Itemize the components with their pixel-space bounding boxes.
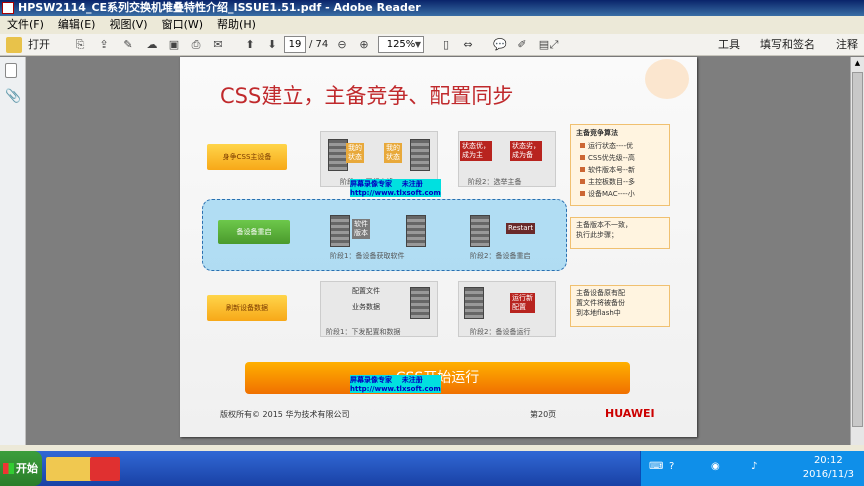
- state-good-tag: 状态优， 成为主: [460, 141, 492, 161]
- software-version-tag: 软件 版本: [352, 219, 370, 239]
- slide-page-number: 第20页: [530, 410, 557, 419]
- algorithm-title: 主备竞争算法: [576, 129, 618, 137]
- window-titlebar: HPSW2114_CE系列交换机堆叠特性介绍_ISSUE1.51.pdf - A…: [0, 0, 864, 16]
- fit-width-icon[interactable]: ⇔: [460, 37, 476, 53]
- bullet-icon: [580, 191, 585, 196]
- phase2-a-label: 阶段2：选举主备: [468, 178, 522, 186]
- volume-icon[interactable]: ♪: [751, 461, 757, 472]
- next-page-icon[interactable]: ⬇: [264, 37, 280, 53]
- qq-icon[interactable]: ◉: [711, 461, 720, 472]
- baby-mascot-image: [645, 59, 689, 99]
- page-number-input[interactable]: 19: [284, 36, 306, 53]
- my-state-tag-2: 我的 状态: [384, 143, 402, 163]
- menu-file[interactable]: 文件(F): [0, 16, 51, 34]
- bullet-icon: [580, 143, 585, 148]
- window-title: HPSW2114_CE系列交换机堆叠特性介绍_ISSUE1.51.pdf - A…: [18, 1, 421, 14]
- restart-tag: Restart: [506, 223, 536, 234]
- algorithm-item: 主控板数目--多: [580, 177, 635, 187]
- page-thumbnails-icon[interactable]: [5, 63, 17, 78]
- attachments-icon[interactable]: 📎: [5, 89, 21, 105]
- server-icon: [330, 215, 350, 247]
- scroll-thumb[interactable]: [852, 72, 863, 427]
- algorithm-item: 运行状态----优: [580, 141, 633, 151]
- toolbar: 打开 ⎘ ⇪ ✎ ☁ ▣ ⎙ ✉ ⬆ ⬇ 19 / 74 ⊖ ⊕ 125% ▼ …: [0, 34, 864, 56]
- email-icon[interactable]: ✉: [210, 37, 226, 53]
- state-bad-tag: 状态劣， 成为备: [510, 141, 542, 161]
- phase1-b-label: 阶段1：备设备获取软件: [330, 252, 405, 260]
- phase2-c-label: 阶段2：备设备运行: [470, 328, 531, 336]
- save-icon[interactable]: ▣: [166, 37, 182, 53]
- comment-bubble-icon[interactable]: 💬: [492, 37, 508, 53]
- windows-logo-icon: [3, 463, 14, 474]
- fit-page-icon[interactable]: ▯: [438, 37, 454, 53]
- help-icon[interactable]: ?: [669, 461, 674, 472]
- phase1-c-label: 阶段1：下发配置和数据: [326, 328, 401, 336]
- prev-page-icon[interactable]: ⬆: [242, 37, 258, 53]
- adobe-reader-icon: [2, 2, 14, 14]
- navigation-pane: 📎: [0, 57, 26, 445]
- menu-help[interactable]: 帮助(H): [210, 16, 263, 34]
- config-note: 主备设备原有配 置文件将被备份 到本地flash中: [576, 289, 625, 317]
- adobe-reader-taskbar-icon[interactable]: [90, 457, 120, 481]
- keyboard-icon[interactable]: ⌨: [649, 461, 663, 472]
- menu-window[interactable]: 窗口(W): [155, 16, 210, 34]
- server-icon: [470, 215, 490, 247]
- running-config-tag: 运行新 配置: [510, 293, 535, 313]
- menu-view[interactable]: 视图(V): [102, 16, 154, 34]
- system-tray: ⌨ ? ◉ ♪ 20:12 2016/11/3: [640, 451, 864, 486]
- start-button[interactable]: 开始: [0, 451, 42, 486]
- chevron-down-icon[interactable]: ▼: [410, 37, 426, 53]
- export-icon[interactable]: ⇪: [96, 37, 112, 53]
- step2-box: 备设备重启: [218, 220, 290, 244]
- bullet-icon: [580, 179, 585, 184]
- server-icon: [464, 287, 484, 319]
- print-icon[interactable]: ⎙: [188, 37, 204, 53]
- config-file-label: 配置文件: [352, 287, 380, 295]
- server-icon: [328, 139, 348, 171]
- pdf-page: CSS建立，主备竞争、配置同步 身争CSS主设备 我的 状态 我的 状态 阶段1…: [180, 57, 697, 437]
- taskbar: 开始 ⌨ ? ◉ ♪ 20:12 2016/11/3: [0, 451, 864, 486]
- huawei-logo: HUAWEI: [605, 407, 655, 420]
- open-folder-icon[interactable]: [6, 37, 22, 53]
- business-data-label: 业务数据: [352, 303, 380, 311]
- highlight-icon[interactable]: ✐: [514, 37, 530, 53]
- page-total: / 74: [309, 39, 329, 50]
- server-icon: [406, 215, 426, 247]
- algorithm-item: 软件版本号--新: [580, 165, 635, 175]
- algorithm-item: 设备MAC----小: [580, 189, 635, 199]
- version-note: 主备版本不一致， 执行此步骤；: [576, 221, 632, 239]
- create-pdf-icon[interactable]: ⎘: [72, 37, 88, 53]
- full-screen-icon[interactable]: ⤢: [546, 37, 562, 53]
- zoom-out-icon[interactable]: ⊖: [334, 37, 350, 53]
- clock[interactable]: 20:12 2016/11/3: [803, 454, 854, 482]
- scroll-up-icon[interactable]: ▲: [852, 59, 863, 69]
- slide-title: CSS建立，主备竞争、配置同步: [220, 84, 514, 108]
- step1-box: 身争CSS主设备: [207, 144, 287, 170]
- comment-tab[interactable]: 注释: [836, 37, 858, 53]
- menu-edit[interactable]: 编辑(E): [51, 16, 103, 34]
- step3-box: 刷新设备数据: [207, 295, 287, 321]
- copyright: 版权所有© 2015 华为技术有限公司: [220, 410, 350, 419]
- server-icon: [410, 287, 430, 319]
- cloud-upload-icon[interactable]: ☁: [144, 37, 160, 53]
- sign-tab[interactable]: 填写和签名: [760, 37, 815, 53]
- bullet-icon: [580, 155, 585, 160]
- algorithm-item: CSS优先级--高: [580, 153, 635, 163]
- menu-bar: 文件(F) 编辑(E) 视图(V) 窗口(W) 帮助(H): [0, 16, 864, 34]
- server-icon: [410, 139, 430, 171]
- phase2-b-label: 阶段2：备设备重启: [470, 252, 531, 260]
- watermark-text: 屏幕录像专家 未注册 http://www.tlxsoft.com: [350, 179, 441, 197]
- tools-tab[interactable]: 工具: [718, 37, 740, 53]
- bullet-icon: [580, 167, 585, 172]
- edit-icon[interactable]: ✎: [120, 37, 136, 53]
- vertical-scrollbar[interactable]: ▲: [850, 57, 864, 445]
- open-button[interactable]: 打开: [28, 37, 50, 53]
- my-state-tag-1: 我的 状态: [346, 143, 364, 163]
- watermark-text: 屏幕录像专家 未注册 http://www.tlxsoft.com: [350, 375, 441, 393]
- zoom-in-icon[interactable]: ⊕: [356, 37, 372, 53]
